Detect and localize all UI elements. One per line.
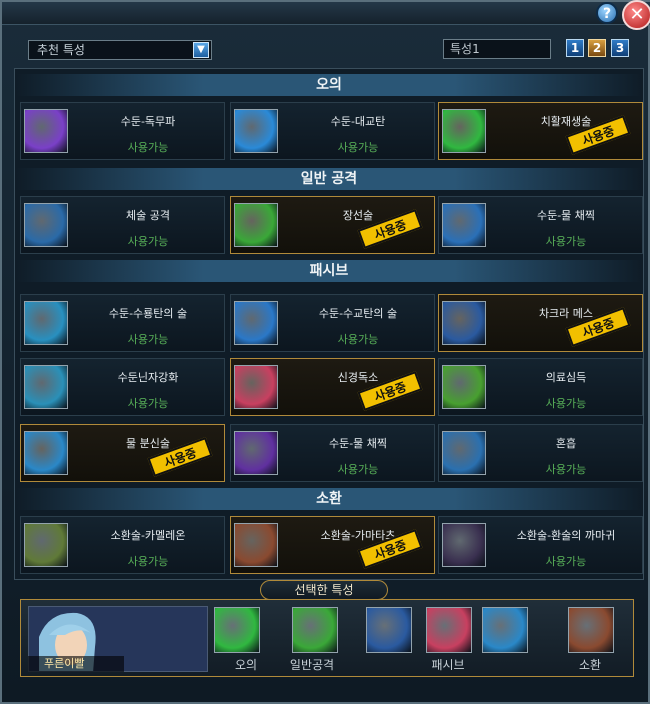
trait-card-name: 체술 공격 [126,209,170,222]
section-ougi-title: 오의 [16,74,642,96]
trait-card-status: 사용가능 [127,141,169,154]
selected-traits-tab: 선택한 특성 [260,580,388,600]
trait-card-status: 사용가능 [337,463,379,476]
trait-card[interactable]: 의료심득사용가능 [438,358,643,416]
toad-icon [234,523,278,567]
selected-group-passive-label: 패시브 [431,658,465,672]
fist-icon [24,203,68,247]
recommend-dropdown-value: 추천 특성 [37,43,85,57]
trait-card-name: 수둔-독무파 [120,115,176,128]
crow-icon [442,523,486,567]
selected-group-ougi-label: 오의 [234,658,258,672]
water-clone-icon [24,431,68,475]
recommend-dropdown[interactable]: 추천 특성 ▼ [28,40,212,60]
selected-group-summon-label: 소환 [578,658,602,672]
medical-scalpel-icon [442,365,486,409]
close-icon[interactable]: ✕ [622,0,650,30]
trait-card[interactable]: 치활재생술 사용중 [438,102,643,160]
character-name: 푸른이빨 [28,656,124,672]
blue-palm-icon [442,431,486,475]
trait-card[interactable]: 신경독소 사용중 [230,358,435,416]
trait-card[interactable]: 수둔-독무파사용가능 [20,102,225,160]
trait-card[interactable]: 수둔닌자강화사용가능 [20,358,225,416]
chameleon-icon [24,523,68,567]
trait-card-status: 사용가능 [545,397,587,410]
trait-card-status: 사용가능 [127,235,169,248]
water-clone-icon[interactable] [482,607,528,653]
trait-card-status: 사용가능 [545,235,587,248]
poison-mist-icon [24,109,68,153]
trait-card-name: 수둔-수교탄의 술 [318,307,398,320]
trait-card-name: 수둔-물 채찍 [328,437,388,450]
trait-slot-field[interactable]: 특성1 [443,39,551,59]
chakra-scalpel-icon [442,301,486,345]
water-whip-icon [442,203,486,247]
trait-card-status: 사용가능 [127,555,169,568]
trait-card[interactable]: 소환술-가마타츠 사용중 [230,516,435,574]
trait-card-status: 사용가능 [127,397,169,410]
green-chakra-palm-icon [234,203,278,247]
section-normal-attack-title: 일반 공격 [16,168,642,190]
water-shark-icon [234,301,278,345]
slot-button-1[interactable]: 1 [566,39,584,57]
green-healing-hand-icon [442,109,486,153]
trait-card-name: 의료심득 [545,371,587,384]
trait-card[interactable]: 소환술-카멜레온사용가능 [20,516,225,574]
trait-card[interactable]: 물 분신술 사용중 [20,424,225,482]
trait-card-status: 사용가능 [337,141,379,154]
trait-card[interactable]: 수둔-물 채찍사용가능 [438,196,643,254]
question-mark-icon[interactable]: ? [596,2,618,24]
trait-card-name: 소환술-카멜레온 [110,529,186,542]
trait-card-name: 수둔-대교탄 [330,115,386,128]
trait-card[interactable]: 수둔-수교탄의 술사용가능 [230,294,435,352]
green-healing-hand-icon[interactable] [214,607,260,653]
chakra-scalpel-icon[interactable] [366,607,412,653]
trait-card-status: 사용가능 [545,555,587,568]
trait-card-status: 사용가능 [337,333,379,346]
trait-card-name: 수둔-수룡탄의 술 [108,307,188,320]
selected-group-normal-label: 일반공격 [289,658,335,672]
brain-toxin-icon[interactable] [426,607,472,653]
chevron-down-icon[interactable]: ▼ [193,42,209,58]
water-kanji-icon [24,365,68,409]
trait-card-status: 사용가능 [127,333,169,346]
trait-card-name: 수둔닌자강화 [117,371,179,384]
slot-button-3[interactable]: 3 [611,39,629,57]
trait-card[interactable]: 수둔-수룡탄의 술사용가능 [20,294,225,352]
skill-window: ? ✕ 추천 특성 ▼ 특성1 1 2 3 오의 일반 공격 패시브 소환 수둔… [0,0,650,704]
brain-toxin-icon [234,365,278,409]
toad-icon[interactable] [568,607,614,653]
trait-card[interactable]: 수둔-대교탄사용가능 [230,102,435,160]
trait-card[interactable]: 혼흡사용가능 [438,424,643,482]
trait-card-name: 소환술-환술의 까마귀 [516,529,616,542]
trait-card-name: 수둔-물 채찍 [536,209,596,222]
trait-card[interactable]: 장선술 사용중 [230,196,435,254]
slot-button-2[interactable]: 2 [588,39,606,57]
trait-card[interactable]: 소환술-환술의 까마귀사용가능 [438,516,643,574]
trait-card[interactable]: 체술 공격사용가능 [20,196,225,254]
water-dragon-icon [24,301,68,345]
window-title-bar [2,2,650,25]
trait-card[interactable]: 수둔-물 채찍사용가능 [230,424,435,482]
trait-card-status: 사용가능 [545,463,587,476]
section-passive-title: 패시브 [16,260,642,282]
purple-blade-icon [234,431,278,475]
green-chakra-palm-icon[interactable] [292,607,338,653]
section-summon-title: 소환 [16,488,642,510]
trait-card-name: 혼흡 [555,437,577,450]
trait-card[interactable]: 차크라 메스 사용중 [438,294,643,352]
water-shark-icon [234,109,278,153]
